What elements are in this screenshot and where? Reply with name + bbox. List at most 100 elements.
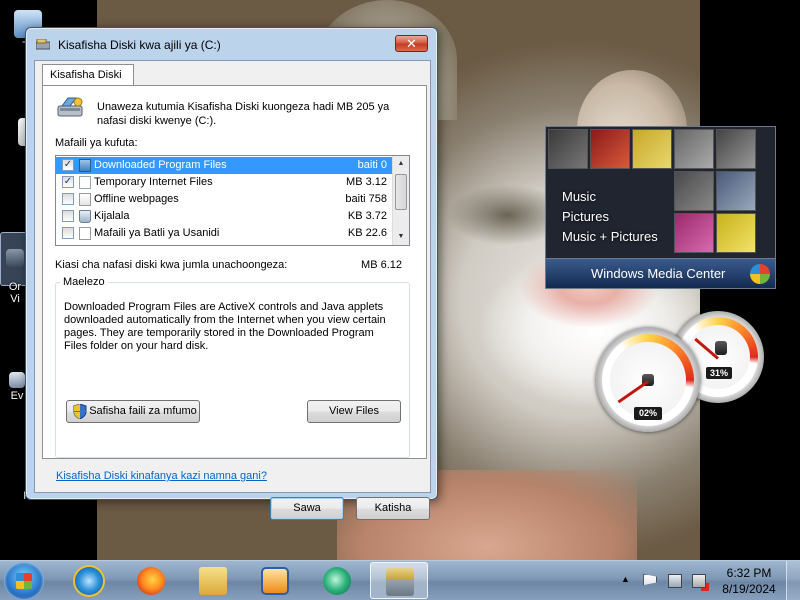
file-row[interactable]: Mafaili ya Batli ya Usanidi KB 22.6: [56, 225, 393, 242]
internet-explorer-icon: [75, 567, 103, 595]
ok-button[interactable]: Sawa: [270, 497, 344, 520]
dialog-title: Kisafisha Diski kwa ajili ya (C:): [58, 38, 221, 52]
file-name: Offline webpages: [94, 193, 179, 205]
description-text: Downloaded Program Files are ActiveX con…: [64, 301, 386, 352]
media-tile: [716, 213, 756, 253]
disk-cleanup-icon: [386, 568, 414, 596]
file-size: MB 3.12: [346, 176, 387, 188]
recycle-bin-icon: [79, 210, 91, 223]
media-tile: [590, 129, 630, 169]
scroll-down-icon[interactable]: ▼: [393, 229, 409, 245]
file-name: Kijalala: [94, 210, 130, 222]
clock-time: 6:32 PM: [726, 566, 772, 580]
file-row[interactable]: ✓ Downloaded Program Files baiti 0: [56, 157, 393, 174]
volume-muted-icon[interactable]: [692, 574, 706, 588]
webpage-icon: [79, 193, 91, 206]
show-desktop-button[interactable]: [786, 561, 800, 600]
media-center-gadget[interactable]: Music Pictures Music + Pictures Windows …: [545, 126, 776, 289]
description-group: Downloaded Program Files are ActiveX con…: [55, 282, 410, 458]
close-button[interactable]: ✕: [395, 35, 428, 52]
file-checkbox[interactable]: ✓: [62, 159, 74, 171]
uac-shield-icon: [73, 403, 87, 420]
action-center-flag-icon[interactable]: [643, 574, 657, 586]
file-name: Mafaili ya Batli ya Usanidi: [94, 227, 220, 239]
taskbar: ▲ 6:32 PM 8/19/2024: [0, 560, 800, 600]
taskbar-firefox[interactable]: [122, 562, 180, 599]
taskbar-internet-explorer[interactable]: [60, 562, 118, 599]
media-menu-music-pictures[interactable]: Music + Pictures: [562, 227, 658, 247]
files-to-delete-list[interactable]: ✓ Downloaded Program Files baiti 0 ✓ Tem…: [55, 155, 410, 246]
cleanup-system-files-label: Safisha faili za mfumo: [89, 405, 197, 417]
media-tile: [632, 129, 672, 169]
windows-logo-icon: [16, 573, 32, 589]
cleanup-system-files-button[interactable]: Safisha faili za mfumo: [66, 400, 200, 423]
taskbar-media-player[interactable]: [246, 562, 304, 599]
media-menu-pictures[interactable]: Pictures: [562, 207, 658, 227]
file-icon: [79, 227, 91, 240]
cpu-gauge[interactable]: 02%: [596, 328, 700, 432]
file-size: KB 22.6: [347, 227, 387, 239]
media-tile: [716, 129, 756, 169]
start-button[interactable]: [4, 562, 44, 600]
media-tile: [674, 129, 714, 169]
explorer-icon: [199, 567, 227, 595]
file-checkbox[interactable]: [62, 210, 74, 222]
intro-text: Unaweza kutumia Kisafisha Diski kuongeza…: [97, 101, 390, 127]
file-row[interactable]: Kijalala KB 3.72: [56, 208, 393, 225]
dialog-client: Kisafisha Diski Unaweza kutumia Kisafish…: [34, 60, 431, 520]
file-name: Downloaded Program Files: [94, 159, 227, 171]
file-row[interactable]: ✓ Temporary Internet Files MB 3.12: [56, 174, 393, 191]
clock-date: 8/19/2024: [722, 582, 776, 596]
firefox-icon: [137, 567, 165, 595]
file-name: Temporary Internet Files: [94, 176, 213, 188]
tab-disk-cleanup[interactable]: Kisafisha Diski: [42, 64, 134, 86]
media-tile: [548, 129, 588, 169]
file-size: baiti 0: [357, 159, 387, 171]
media-player-icon: [261, 567, 289, 595]
taskbar-media-center[interactable]: [308, 562, 366, 599]
memory-percent: 31%: [706, 367, 732, 379]
taskbar-clock[interactable]: 6:32 PM 8/19/2024: [716, 565, 782, 597]
desktop-icon-label: Or Vi: [8, 281, 22, 305]
file-checkbox[interactable]: [62, 193, 74, 205]
view-files-button[interactable]: View Files: [307, 400, 401, 423]
tab-panel: Unaweza kutumia Kisafisha Diski kuongeza…: [42, 85, 427, 459]
media-center-tiles[interactable]: Music Pictures Music + Pictures: [545, 126, 776, 259]
media-center-bar[interactable]: Windows Media Center: [545, 259, 776, 289]
memory-chip-icon: [715, 341, 727, 355]
media-center-brand: Windows Media Center: [591, 266, 726, 281]
total-space-value: MB 6.12: [361, 259, 402, 271]
file-list-scrollbar[interactable]: ▲ ▼: [392, 156, 409, 245]
shortcut-icon: [6, 249, 24, 267]
network-icon[interactable]: [668, 574, 682, 588]
windows-logo-icon: [750, 264, 770, 284]
desktop-icon-label: Ev: [10, 390, 24, 402]
file-checkbox[interactable]: [62, 227, 74, 239]
taskbar-explorer[interactable]: [184, 562, 242, 599]
disk-cleanup-large-icon: [56, 96, 84, 118]
show-hidden-icons-button[interactable]: ▲: [621, 574, 630, 584]
media-tile: [674, 171, 714, 211]
event-icon: [9, 372, 25, 388]
lock-file-icon: [79, 176, 91, 189]
media-tile: [674, 213, 714, 253]
cpu-percent: 02%: [634, 407, 662, 420]
file-size: KB 3.72: [347, 210, 387, 222]
cancel-button[interactable]: Katisha: [356, 497, 430, 520]
total-space-label: Kiasi cha nafasi diski kwa jumla unachoo…: [55, 259, 288, 271]
disk-cleanup-icon: [35, 38, 51, 50]
disk-cleanup-dialog[interactable]: Kisafisha Diski kwa ajili ya (C:) ✕ Kisa…: [25, 27, 438, 520]
media-tile: [716, 171, 756, 211]
taskbar-disk-cleanup[interactable]: [370, 562, 428, 599]
help-link[interactable]: Kisafisha Diski kinafanya kazi namna gan…: [56, 470, 267, 482]
file-size: baiti 758: [345, 193, 387, 205]
scroll-thumb[interactable]: [395, 174, 407, 210]
files-to-delete-label: Mafaili ya kufuta:: [55, 137, 138, 149]
media-menu-music[interactable]: Music: [562, 187, 658, 207]
file-row[interactable]: Offline webpages baiti 758: [56, 191, 393, 208]
scroll-up-icon[interactable]: ▲: [393, 156, 409, 172]
file-checkbox[interactable]: ✓: [62, 176, 74, 188]
folder-icon: [79, 159, 91, 172]
dialog-titlebar[interactable]: Kisafisha Diski kwa ajili ya (C:) ✕: [26, 28, 437, 60]
description-group-title: Maelezo: [60, 276, 108, 288]
